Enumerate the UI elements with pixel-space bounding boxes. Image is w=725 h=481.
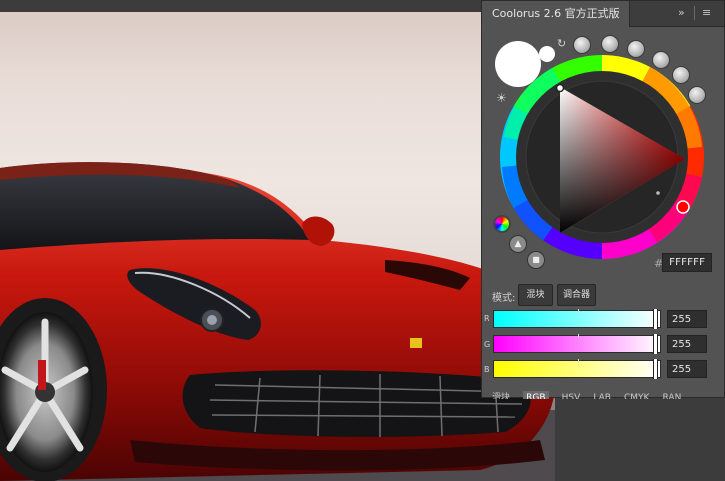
slider-tick (578, 334, 579, 338)
b-slider[interactable] (493, 359, 661, 379)
double-chevron-right-icon[interactable]: » (678, 5, 685, 21)
workspace-background (640, 398, 725, 481)
mix-block-button[interactable]: 混块 (518, 284, 553, 306)
tab-hsv[interactable]: HSV (562, 391, 581, 399)
current-color-swatch[interactable] (495, 41, 541, 87)
tab-slider[interactable]: 滑块 (492, 391, 510, 399)
color-wheel-mode-icon[interactable] (493, 215, 511, 233)
slider-tick (578, 359, 579, 363)
b-value-input[interactable]: 255 (667, 360, 707, 378)
r-slider[interactable] (493, 309, 661, 329)
panel-header: Coolorus 2.6 官方正式版 » ≡ (482, 1, 724, 27)
slider-tick (578, 309, 579, 313)
swap-arrow-icon[interactable]: ↻ (557, 37, 566, 50)
header-divider (694, 6, 695, 20)
gradient-mode-button-6[interactable] (688, 86, 706, 104)
mode-label: 模式: (492, 293, 516, 304)
tab-cmyk[interactable]: CMYK (624, 391, 649, 399)
gradient-mode-button-4[interactable] (652, 51, 670, 69)
gradient-mode-button-5[interactable] (672, 66, 690, 84)
g-slider-handle[interactable] (653, 334, 658, 354)
color-picker-marker[interactable] (555, 83, 565, 93)
b-channel-label: B (484, 365, 490, 374)
square-mode-icon[interactable]: ■ (527, 251, 545, 269)
brightness-icon[interactable]: ☀ (496, 91, 507, 105)
previous-color-swatch[interactable] (539, 46, 555, 62)
g-value-input[interactable]: 255 (667, 335, 707, 353)
gradient-mode-button-3[interactable] (627, 40, 645, 58)
gradient-mode-button-2[interactable] (601, 35, 619, 53)
g-channel-label: G (484, 340, 491, 349)
r-value-input[interactable]: 255 (667, 310, 707, 328)
hue-marker[interactable] (676, 200, 690, 214)
tab-ran[interactable]: RAN (663, 391, 682, 399)
r-channel-label: R (484, 314, 490, 323)
tab-lab[interactable]: LAB (593, 391, 611, 399)
gradient-mode-button-1[interactable] (573, 36, 591, 54)
color-model-tabs: 滑块 RGB HSV LAB CMYK RAN (492, 385, 689, 399)
small-dot (656, 191, 660, 195)
mixer-button[interactable]: 调合器 (557, 284, 596, 306)
hex-input[interactable]: FFFFFF (662, 253, 712, 272)
tab-rgb[interactable]: RGB (523, 391, 549, 399)
r-slider-handle[interactable] (653, 309, 658, 329)
triangle-mode-icon[interactable]: ▲ (509, 235, 527, 253)
coolorus-panel[interactable]: Coolorus 2.6 官方正式版 » ≡ ↻ ☀ ▲ ■ # FFFFFF … (481, 0, 725, 399)
b-slider-handle[interactable] (653, 359, 658, 379)
panel-title-tab[interactable]: Coolorus 2.6 官方正式版 (482, 1, 630, 27)
g-slider[interactable] (493, 334, 661, 354)
hamburger-menu-icon[interactable]: ≡ (702, 5, 711, 21)
